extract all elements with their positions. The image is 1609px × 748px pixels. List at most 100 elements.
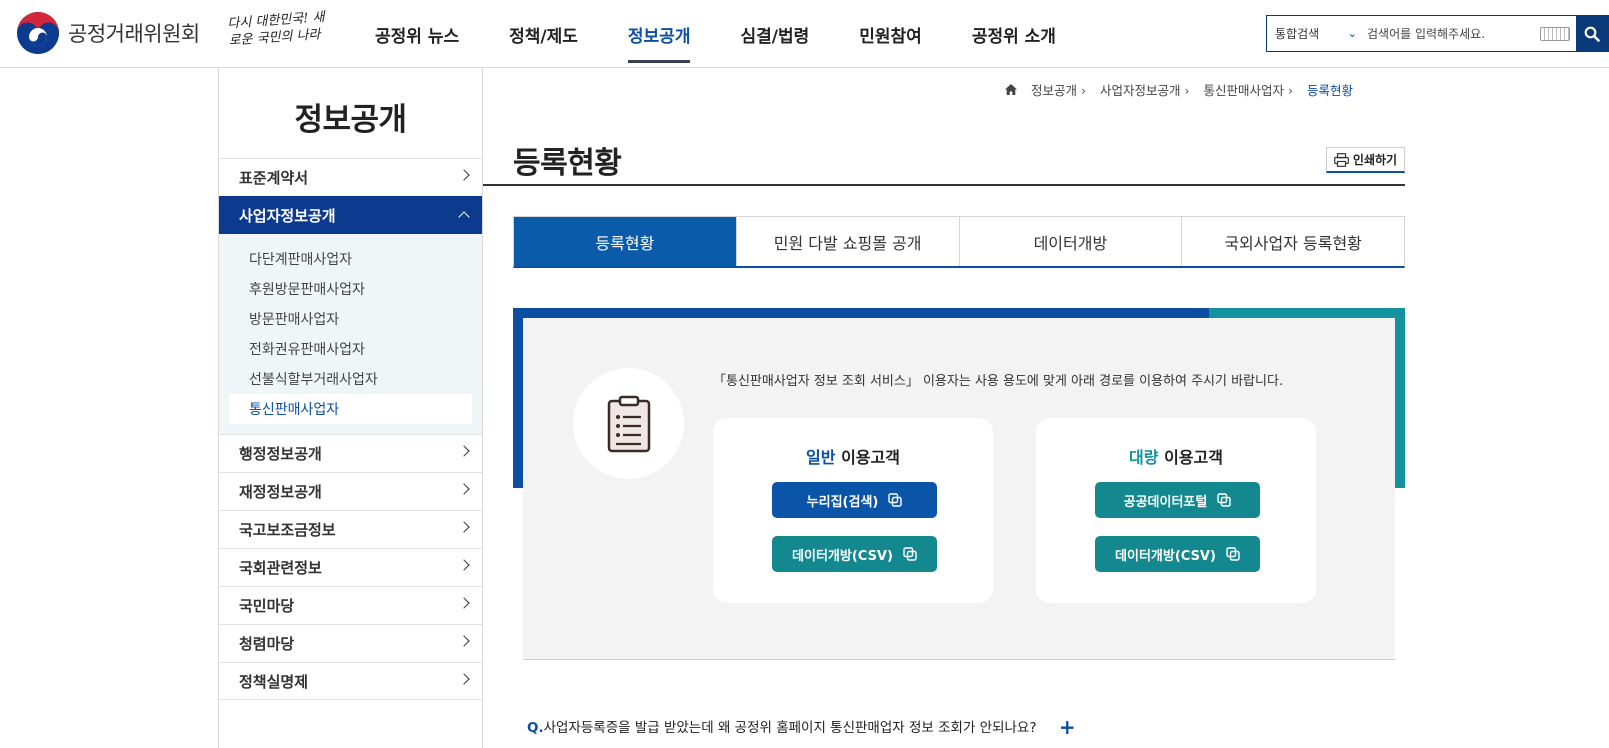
chevron-right-icon (458, 521, 470, 533)
nav-civil-participation[interactable]: 민원참여 (834, 0, 947, 68)
general-users-title-rest: 이용고객 (835, 448, 900, 467)
sidebar-item-business-info[interactable]: 사업자정보공개 (219, 196, 482, 234)
sidebar-item-label: 정책실명제 (239, 672, 309, 691)
sidebar-item-policy-name[interactable]: 정책실명제 (219, 662, 482, 700)
search-button[interactable] (1576, 16, 1608, 51)
bulk-users-title: 대량 이용고객 (1036, 444, 1316, 468)
search-icon (1584, 26, 1600, 42)
search-input[interactable] (1367, 16, 1540, 51)
nav-about[interactable]: 공정위 소개 (947, 0, 1081, 68)
chevron-right-icon (458, 559, 470, 571)
website-search-button[interactable]: 누리집(검색) (772, 482, 937, 518)
submenu-item-prepaid-installment[interactable]: 선불식할부거래사업자 (229, 364, 472, 394)
chevron-up-icon (458, 211, 470, 223)
faq-question: 사업자등록증을 발급 받았는데 왜 공정위 홈페이지 통신판매업자 정보 조회가… (543, 720, 1037, 736)
clipboard-badge (573, 368, 684, 479)
sidebar-menu: 표준계약서 사업자정보공개 다단계판매사업자 후원방문판매사업자 방문판매사업자… (219, 158, 482, 700)
service-notice: 「통신판매사업자 정보 조회 서비스」 이용자는 사용 용도에 맞게 아래 경로… (713, 374, 1284, 389)
chevron-right-icon (458, 169, 470, 181)
sidebar-item-label: 행정정보공개 (239, 445, 322, 463)
sidebar-item-admin-info[interactable]: 행정정보공개 (219, 434, 482, 472)
external-link-icon (903, 547, 917, 561)
service-guide-panel: 「통신판매사업자 정보 조회 서비스」 이용자는 사용 용도에 맞게 아래 경로… (523, 318, 1395, 660)
sidebar-item-label: 국민마당 (239, 597, 295, 615)
submenu-item-sponsored-visit[interactable]: 후원방문판매사업자 (229, 274, 472, 304)
tab-foreign-business[interactable]: 국외사업자 등록현황 (1181, 217, 1404, 266)
sidebar-submenu: 다단계판매사업자 후원방문판매사업자 방문판매사업자 전화권유판매사업자 선불식… (219, 234, 482, 434)
print-label: 인쇄하기 (1352, 153, 1398, 167)
button-label: 데이터개방(CSV) (1115, 548, 1216, 564)
expand-plus-icon[interactable]: + (1059, 715, 1076, 739)
public-data-portal-button[interactable]: 공공데이터포털 (1095, 482, 1260, 518)
home-icon[interactable] (1005, 84, 1017, 95)
search-scope-select[interactable]: 통합검색 ⌄ (1267, 16, 1367, 51)
sidebar-item-integrity-plaza[interactable]: 청렴마당 (219, 624, 482, 662)
page-title: 등록현황 (513, 146, 622, 181)
chevron-right-icon (458, 483, 470, 495)
button-label: 공공데이터포털 (1123, 494, 1208, 510)
virtual-keyboard-icon[interactable] (1540, 27, 1570, 41)
tab-registration-status[interactable]: 등록현황 (514, 217, 736, 266)
breadcrumb-info-disclosure[interactable]: 정보공개 (1031, 80, 1086, 99)
slogan-image: 다시 대한민국! 새로운 국민의 나라 (227, 9, 326, 49)
chevron-down-icon: ⌄ (1347, 27, 1357, 40)
general-users-card: 일반 이용고객 누리집(검색) 데이터개방(CSV) (713, 418, 993, 603)
chevron-right-icon (458, 673, 470, 685)
submenu-item-telemarketing[interactable]: 전화권유판매사업자 (229, 334, 472, 364)
sidebar-item-label: 표준계약서 (239, 169, 309, 187)
general-users-highlight: 일반 (806, 448, 836, 467)
tab-complaint-malls[interactable]: 민원 다발 쇼핑몰 공개 (735, 217, 959, 266)
site-logo[interactable]: 공정거래위원회 (16, 11, 200, 55)
sidebar-item-label: 국회관련정보 (239, 559, 322, 577)
submenu-item-multilevel[interactable]: 다단계판매사업자 (229, 244, 472, 274)
sidebar-item-label: 국고보조금정보 (239, 521, 336, 539)
submenu-item-mail-order[interactable]: 통신판매사업자 (229, 394, 472, 424)
title-divider (483, 184, 1405, 186)
search-box: 통합검색 ⌄ (1266, 15, 1609, 52)
chevron-right-icon (458, 635, 470, 647)
bulk-users-card: 대량 이용고객 공공데이터포털 데이터개방(CSV) (1036, 418, 1316, 603)
sidebar-item-citizen-plaza[interactable]: 국민마당 (219, 586, 482, 624)
sidebar-item-finance-info[interactable]: 재정정보공개 (219, 472, 482, 510)
search-scope-label: 통합검색 (1275, 27, 1320, 41)
nav-policy[interactable]: 정책/제도 (484, 0, 603, 68)
button-label: 데이터개방(CSV) (792, 548, 893, 564)
button-label: 누리집(검색) (806, 494, 879, 510)
sidebar-item-assembly-info[interactable]: 국회관련정보 (219, 548, 482, 586)
breadcrumb-business-info[interactable]: 사업자정보공개 (1100, 80, 1190, 99)
clipboard-icon (607, 395, 650, 452)
breadcrumb-mail-order[interactable]: 통신판매사업자 (1204, 80, 1294, 99)
external-link-icon (1217, 493, 1232, 507)
open-data-csv-button-bulk[interactable]: 데이터개방(CSV) (1095, 536, 1260, 572)
faq-q-prefix: Q. (527, 720, 544, 736)
chevron-right-icon (458, 445, 470, 457)
nav-decisions-laws[interactable]: 심결/법령 (715, 0, 834, 68)
logo-text: 공정거래위원회 (68, 22, 200, 46)
nav-news[interactable]: 공정위 뉴스 (350, 0, 484, 68)
content-tabs: 등록현황 민원 다발 쇼핑몰 공개 데이터개방 국외사업자 등록현황 (513, 216, 1405, 268)
general-users-title: 일반 이용고객 (713, 444, 993, 468)
external-link-icon (1226, 547, 1240, 561)
main-nav: 공정위 뉴스 정책/제도 정보공개 심결/법령 민원참여 공정위 소개 (350, 0, 1081, 68)
sidebar-item-label: 청렴마당 (239, 635, 295, 653)
external-link-icon (888, 493, 903, 507)
sidebar-item-label: 사업자정보공개 (239, 207, 336, 225)
submenu-item-visit-sales[interactable]: 방문판매사업자 (229, 304, 472, 334)
bulk-users-title-rest: 이용고객 (1158, 448, 1223, 467)
site-header: 공정거래위원회 다시 대한민국! 새로운 국민의 나라 공정위 뉴스 정책/제도… (0, 0, 1609, 68)
print-button[interactable]: 인쇄하기 (1326, 147, 1405, 173)
printer-icon (1334, 152, 1349, 167)
tab-open-data[interactable]: 데이터개방 (958, 217, 1182, 266)
open-data-csv-button-general[interactable]: 데이터개방(CSV) (772, 536, 937, 572)
sidebar-item-standard-contracts[interactable]: 표준계약서 (219, 158, 482, 196)
breadcrumb-current: 등록현황 (1307, 83, 1354, 98)
nav-info-disclosure[interactable]: 정보공개 (603, 0, 716, 68)
bulk-users-highlight: 대량 (1129, 448, 1159, 467)
taegeuk-logo-icon (17, 12, 59, 54)
chevron-right-icon (458, 597, 470, 609)
breadcrumb: 정보공개 사업자정보공개 통신판매사업자 등록현황 (1005, 80, 1353, 99)
faq-item[interactable]: Q.사업자등록증을 발급 받았는데 왜 공정위 홈페이지 통신판매업자 정보 조… (513, 697, 1405, 748)
sidebar-item-label: 재정정보공개 (239, 483, 322, 501)
sidebar-item-subsidy-info[interactable]: 국고보조금정보 (219, 510, 482, 548)
sidebar: 정보공개 표준계약서 사업자정보공개 다단계판매사업자 후원방문판매사업자 방문… (218, 68, 483, 748)
